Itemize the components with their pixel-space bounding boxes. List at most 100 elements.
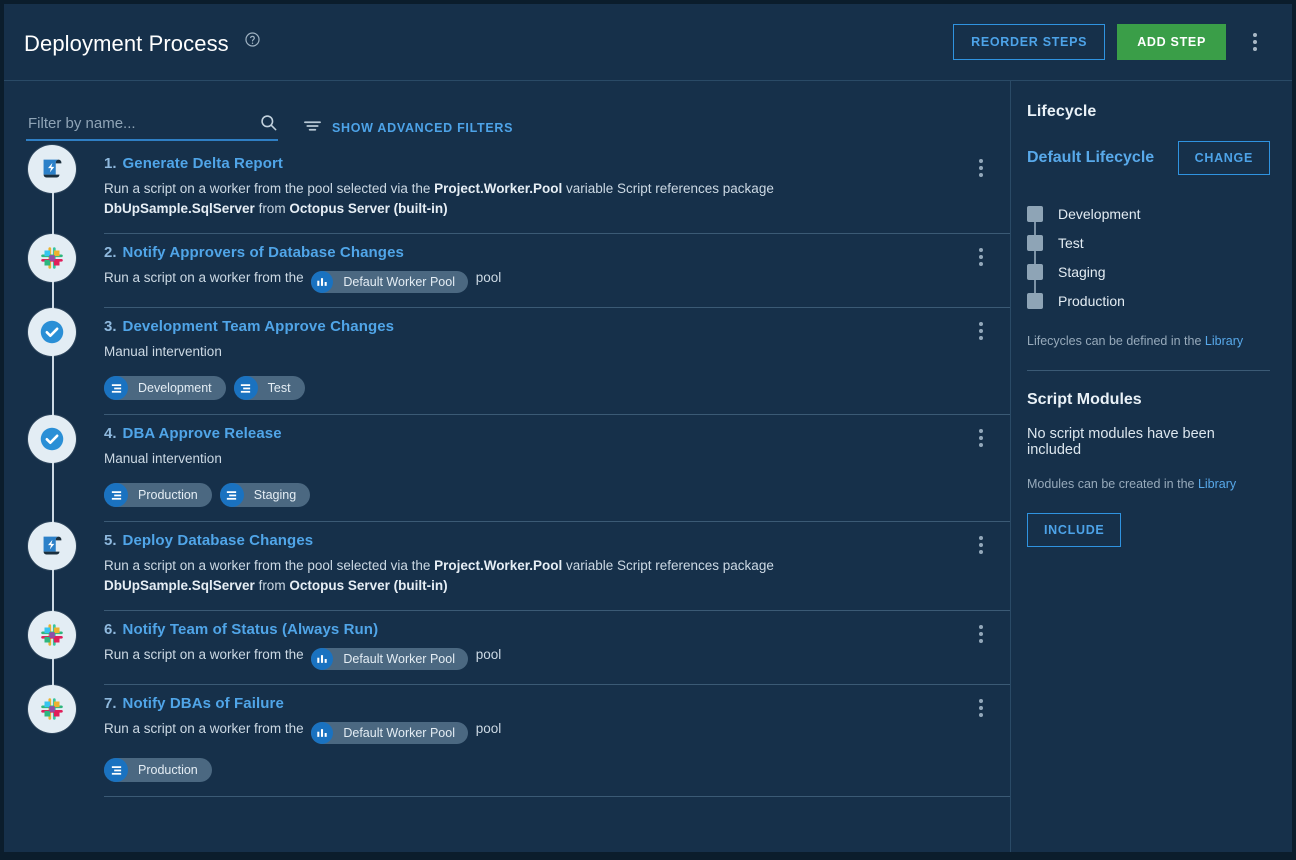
lifecycle-name-link[interactable]: Default Lifecycle [1027, 149, 1154, 167]
step-description-prefix: Run a script on a worker from the [104, 721, 308, 736]
environment-icon [219, 483, 244, 507]
phase-square-icon [1027, 292, 1043, 309]
worker-pool-name: Default Worker Pool [343, 652, 455, 666]
step-body: 7. Notify DBAs of Failure Run a script on … [104, 685, 1010, 797]
worker-pool-chip[interactable]: Default Worker Pool [311, 271, 468, 293]
step-number: 5. [104, 532, 117, 549]
environment-icon [104, 483, 128, 507]
help-circle-icon[interactable] [244, 28, 261, 47]
step-body: 2. Notify Approvers of Database Changes Ru… [104, 234, 1010, 308]
step-title-row: 6. Notify Team of Status (Always Run) [104, 621, 1010, 638]
worker-pool-chip[interactable]: Default Worker Pool [311, 648, 468, 670]
phase-name: Production [1058, 292, 1125, 309]
script-modules-hint: Modules can be created in the Library [1027, 477, 1270, 491]
step-name-link[interactable]: Development Team Approve Changes [123, 318, 395, 335]
step-body: 4. DBA Approve Release Manual intervention… [104, 415, 1010, 522]
slack-glyph [41, 247, 63, 269]
header-overflow-menu-icon[interactable] [1242, 25, 1268, 59]
environment-tag[interactable]: Production [104, 758, 212, 782]
lifecycle-phases: Development Test Staging Production [1027, 199, 1270, 315]
show-advanced-filters-button[interactable]: SHOW ADVANCED FILTERS [304, 115, 513, 138]
script-modules-hint-text: Modules can be created in the [1027, 477, 1198, 491]
bar-chart-icon [311, 722, 334, 744]
worker-pool-name: Default Worker Pool [343, 726, 455, 740]
step-description: Manual intervention [104, 344, 222, 359]
environment-icon [233, 376, 258, 400]
step-number: 7. [104, 695, 117, 712]
page-body: SHOW ADVANCED FILTERS 1. Generate Delta R… [4, 81, 1292, 852]
filter-icon [304, 119, 321, 138]
step-name-link[interactable]: Notify Team of Status (Always Run) [123, 621, 379, 638]
page-header: Deployment Process REORDER STEPS ADD STE… [4, 4, 1292, 81]
environment-tag-label: Production [138, 488, 198, 502]
step-overflow-menu-icon[interactable] [968, 423, 994, 453]
environment-lines-glyph [241, 383, 251, 393]
step-name-link[interactable]: Generate Delta Report [123, 155, 283, 172]
step-icon-cell [28, 415, 76, 463]
details-sidebar: Lifecycle Default Lifecycle CHANGE Devel… [1011, 81, 1292, 852]
step-description: Manual intervention [104, 451, 222, 466]
step-overflow-menu-icon[interactable] [968, 242, 994, 272]
environment-tag[interactable]: Test [233, 376, 305, 400]
search-icon[interactable] [259, 113, 278, 137]
step-description: Run a script on a worker from the Defaul… [104, 719, 894, 744]
lifecycle-hint-text: Lifecycles can be defined in the [1027, 334, 1205, 348]
environment-lines-glyph [111, 490, 121, 500]
environment-tags: Development Test [104, 376, 1010, 400]
page-title: Deployment Process [24, 28, 261, 57]
step-row: 5. Deploy Database Changes Run a script on… [4, 522, 1010, 611]
sidebar-divider [1027, 370, 1270, 371]
step-name-link[interactable]: Notify Approvers of Database Changes [123, 244, 404, 261]
check-circle-glyph [40, 427, 64, 451]
step-name-link[interactable]: Deploy Database Changes [123, 532, 314, 549]
step-title-row: 4. DBA Approve Release [104, 425, 1010, 442]
step-overflow-menu-icon[interactable] [968, 619, 994, 649]
lifecycle-library-link[interactable]: Library [1205, 334, 1243, 348]
step-title-row: 2. Notify Approvers of Database Changes [104, 244, 1010, 261]
bar-chart-glyph [317, 729, 328, 737]
environment-tag-label: Development [138, 381, 212, 395]
environment-lines-glyph [111, 383, 121, 393]
steps-list: 1. Generate Delta Report Run a script on a… [4, 145, 1010, 797]
phase-name: Test [1058, 234, 1084, 251]
step-overflow-menu-icon[interactable] [968, 316, 994, 346]
script-scroll-glyph [43, 159, 62, 178]
environment-tags: Production Staging [104, 483, 1010, 507]
step-row: 2. Notify Approvers of Database Changes Ru… [4, 234, 1010, 308]
environment-tag-label: Staging [253, 488, 297, 502]
worker-pool-name: Default Worker Pool [343, 275, 455, 289]
worker-pool-chip[interactable]: Default Worker Pool [311, 722, 468, 744]
step-icon-cell [28, 685, 76, 733]
bar-chart-glyph [317, 278, 328, 286]
search-field-wrap [26, 111, 278, 141]
lifecycle-phase: Test [1027, 228, 1270, 257]
add-step-button[interactable]: ADD STEP [1117, 24, 1226, 60]
environment-icon [104, 758, 128, 782]
include-script-module-button[interactable]: INCLUDE [1027, 513, 1122, 547]
environment-tag[interactable]: Development [104, 376, 226, 400]
step-overflow-menu-icon[interactable] [968, 530, 994, 560]
step-number: 1. [104, 155, 117, 172]
step-title-row: 5. Deploy Database Changes [104, 532, 1010, 549]
script-modules-library-link[interactable]: Library [1198, 477, 1236, 491]
environment-tag[interactable]: Production [104, 483, 212, 507]
step-description: Run a script on a worker from the pool s… [104, 558, 774, 593]
phase-name: Development [1058, 205, 1141, 222]
environment-tag-label: Test [267, 381, 291, 395]
step-description-suffix: pool [471, 721, 502, 736]
bar-chart-icon [311, 648, 334, 670]
change-lifecycle-button[interactable]: CHANGE [1177, 141, 1270, 175]
step-icon-cell [28, 611, 76, 659]
step-number: 2. [104, 244, 117, 261]
reorder-steps-button[interactable]: REORDER STEPS [953, 24, 1106, 60]
slack-icon [28, 685, 76, 733]
step-title-row: 7. Notify DBAs of Failure [104, 695, 1010, 712]
filter-bar: SHOW ADVANCED FILTERS [4, 81, 1010, 145]
environment-tag[interactable]: Staging [219, 483, 311, 507]
step-name-link[interactable]: Notify DBAs of Failure [123, 695, 284, 712]
step-overflow-menu-icon[interactable] [968, 153, 994, 183]
step-name-link[interactable]: DBA Approve Release [123, 425, 282, 442]
search-input[interactable] [26, 111, 278, 141]
bar-chart-icon [311, 271, 334, 293]
step-overflow-menu-icon[interactable] [968, 693, 994, 723]
